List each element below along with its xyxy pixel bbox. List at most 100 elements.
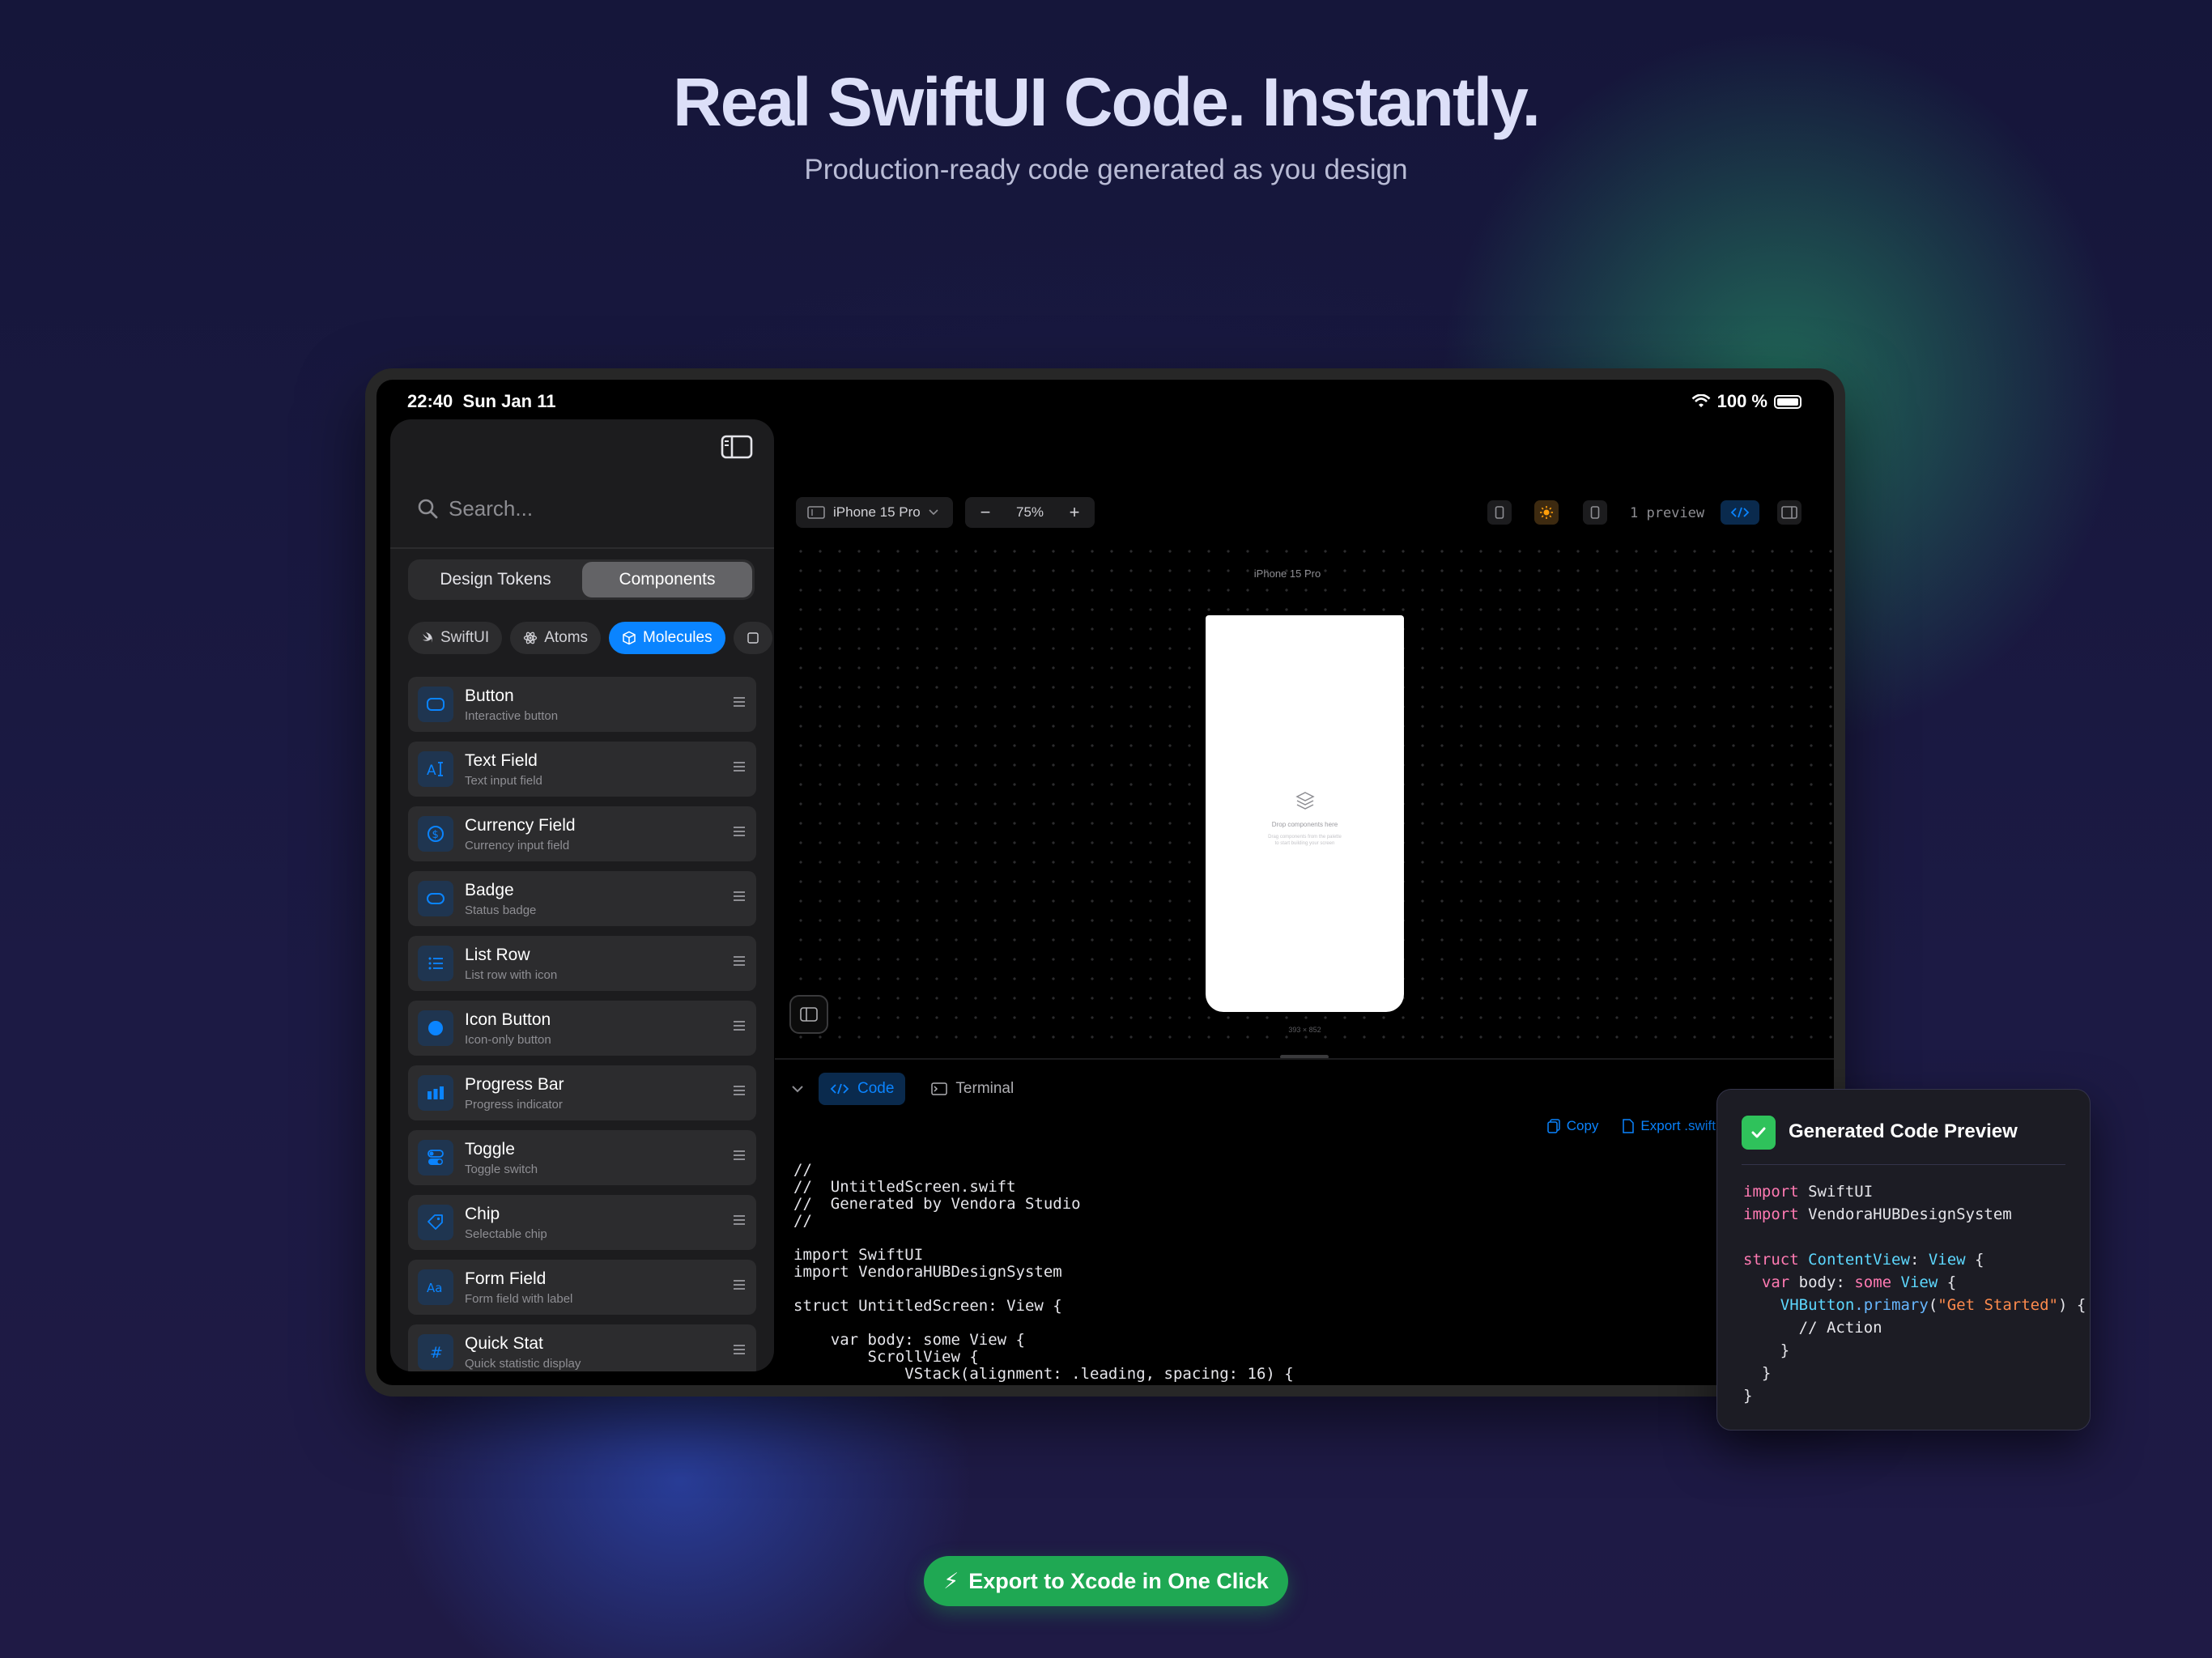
filter-label: SwiftUI bbox=[440, 629, 490, 646]
sidebar-segmented-control: Design Tokens Components bbox=[408, 559, 755, 600]
component-description: Icon-only button bbox=[465, 1033, 551, 1047]
component-item-progress-bar[interactable]: Progress Bar Progress indicator bbox=[408, 1065, 756, 1120]
battery-icon bbox=[1774, 394, 1802, 409]
phone-preview[interactable]: Drop components here Drag components fro… bbox=[1206, 615, 1404, 1012]
component-item-toggle[interactable]: Toggle Toggle switch bbox=[408, 1130, 756, 1185]
drag-handle-icon[interactable] bbox=[734, 1349, 745, 1350]
component-item-quick-stat[interactable]: # Quick Stat Quick statistic display bbox=[408, 1324, 756, 1371]
component-name: Toggle bbox=[465, 1140, 515, 1158]
drop-zone-title: Drop components here bbox=[1271, 821, 1338, 828]
component-name: Progress Bar bbox=[465, 1075, 564, 1094]
filter-chip-atoms[interactable]: Atoms bbox=[510, 622, 602, 654]
component-item-list-row[interactable]: List Row List row with icon bbox=[408, 936, 756, 991]
code-token: VendoraHUBDesignSystem bbox=[1808, 1205, 2012, 1223]
component-description: Text input field bbox=[465, 774, 542, 788]
component-item-form-field[interactable]: Aa Form Field Form field with label bbox=[408, 1260, 756, 1315]
drag-handle-icon[interactable] bbox=[734, 1154, 745, 1156]
drag-handle-icon[interactable] bbox=[734, 895, 745, 897]
zoom-out-button[interactable]: − bbox=[965, 502, 1006, 523]
layers-icon bbox=[1295, 792, 1315, 810]
drag-handle-icon[interactable] bbox=[734, 831, 745, 832]
code-line: // bbox=[793, 1161, 812, 1179]
export-to-xcode-button[interactable]: ⚡ Export to Xcode in One Click bbox=[924, 1556, 1288, 1606]
drag-handle-icon[interactable] bbox=[734, 960, 745, 962]
ipad-screen: 22:40 Sun Jan 11 100 % Search... Design … bbox=[376, 380, 1834, 1385]
code-function: .primary bbox=[1854, 1296, 1929, 1314]
filter-chip-swiftui[interactable]: SwiftUI bbox=[408, 622, 503, 654]
svg-text:$: $ bbox=[432, 829, 439, 841]
component-name: Chip bbox=[465, 1205, 500, 1223]
phone-outline-icon bbox=[1590, 506, 1600, 519]
more-filter-icon bbox=[747, 632, 759, 644]
code-token: } bbox=[1761, 1364, 1772, 1382]
code-string: "Get Started" bbox=[1938, 1296, 2058, 1314]
code-comment: // Action bbox=[1798, 1319, 1882, 1337]
hero-subtitle: Production-ready code generated as you d… bbox=[804, 154, 1408, 185]
light-mode-button[interactable] bbox=[1534, 500, 1559, 525]
drag-handle-icon[interactable] bbox=[734, 1025, 745, 1027]
svg-text:A: A bbox=[427, 763, 436, 779]
code-line: var body: some View { bbox=[793, 1331, 1025, 1349]
copy-icon bbox=[1546, 1118, 1560, 1133]
drag-handle-icon[interactable] bbox=[734, 1284, 745, 1286]
tab-code[interactable]: Code bbox=[819, 1073, 906, 1105]
code-token: } bbox=[1743, 1387, 1753, 1405]
drag-handle-icon[interactable] bbox=[734, 701, 745, 703]
export-swift-button[interactable]: Export .swift bbox=[1623, 1118, 1716, 1134]
device-name: iPhone 15 Pro bbox=[833, 504, 921, 520]
filled-circle-icon bbox=[418, 1010, 453, 1046]
collapse-chevron-icon[interactable] bbox=[791, 1084, 804, 1094]
inspector-toggle-button[interactable] bbox=[1777, 500, 1802, 525]
swift-icon bbox=[423, 632, 432, 643]
component-description: Toggle switch bbox=[465, 1163, 538, 1176]
tag-icon bbox=[418, 1205, 453, 1240]
code-keyword: struct bbox=[1743, 1251, 1799, 1269]
bar-chart-icon bbox=[418, 1075, 453, 1111]
preview-count: 1 preview bbox=[1630, 505, 1705, 521]
tab-label: Code bbox=[857, 1080, 895, 1097]
document-icon bbox=[1623, 1118, 1635, 1133]
component-description: Selectable chip bbox=[465, 1227, 547, 1241]
drop-zone-hint-line: Drag components from the palette bbox=[1268, 835, 1342, 840]
atom-icon bbox=[524, 631, 538, 644]
sidebar-toggle-button[interactable] bbox=[721, 434, 753, 460]
component-description: Progress indicator bbox=[465, 1098, 563, 1112]
sun-icon bbox=[1540, 506, 1553, 519]
component-name: List Row bbox=[465, 946, 530, 964]
bottom-panel-tabs: Code Terminal bbox=[791, 1073, 1025, 1105]
component-item-badge[interactable]: Badge Status badge bbox=[408, 871, 756, 926]
code-keyword: import bbox=[1743, 1183, 1799, 1201]
code-line: ScrollView { bbox=[793, 1348, 979, 1366]
component-item-currency-field[interactable]: $ Currency Field Currency input field bbox=[408, 806, 756, 861]
device-picker[interactable]: iPhone 15 Pro bbox=[796, 497, 953, 528]
component-item-icon-button[interactable]: Icon Button Icon-only button bbox=[408, 1001, 756, 1056]
add-preview-button[interactable] bbox=[1583, 500, 1607, 525]
drag-handle-icon[interactable] bbox=[734, 766, 745, 767]
component-item-chip[interactable]: Chip Selectable chip bbox=[408, 1195, 756, 1250]
component-item-button[interactable]: Button Interactive button bbox=[408, 677, 756, 732]
search-placeholder: Search... bbox=[449, 495, 534, 521]
status-time-date: 22:40 Sun Jan 11 bbox=[407, 391, 555, 412]
copy-button[interactable]: Copy bbox=[1546, 1118, 1598, 1134]
tab-terminal[interactable]: Terminal bbox=[920, 1073, 1025, 1105]
search-icon bbox=[418, 499, 438, 519]
code-editor[interactable]: // // UntitledScreen.swift // Generated … bbox=[793, 1162, 1294, 1383]
code-token: { bbox=[1975, 1251, 1984, 1269]
portrait-button[interactable] bbox=[1487, 500, 1512, 525]
zoom-in-button[interactable]: + bbox=[1054, 502, 1095, 523]
search-field[interactable]: Search... bbox=[406, 486, 758, 531]
filter-chip-molecules[interactable]: Molecules bbox=[609, 622, 725, 654]
filter-chip-more[interactable] bbox=[733, 622, 772, 654]
code-view-button[interactable] bbox=[1721, 500, 1759, 525]
drag-handle-icon[interactable] bbox=[734, 1219, 745, 1221]
code-keyword: some bbox=[1854, 1273, 1892, 1291]
list-icon bbox=[418, 946, 453, 981]
dollar-circle-icon: $ bbox=[418, 816, 453, 852]
filter-chips: SwiftUI Atoms Molecules bbox=[408, 622, 774, 654]
export-label: Export .swift bbox=[1640, 1117, 1716, 1133]
drag-handle-icon[interactable] bbox=[734, 1090, 745, 1091]
component-list: Button Interactive button A Text Field T… bbox=[408, 677, 756, 1371]
code-type: View bbox=[1900, 1273, 1938, 1291]
component-item-text-field[interactable]: A Text Field Text input field bbox=[408, 742, 756, 797]
canvas-panel-toggle-button[interactable] bbox=[789, 995, 828, 1034]
